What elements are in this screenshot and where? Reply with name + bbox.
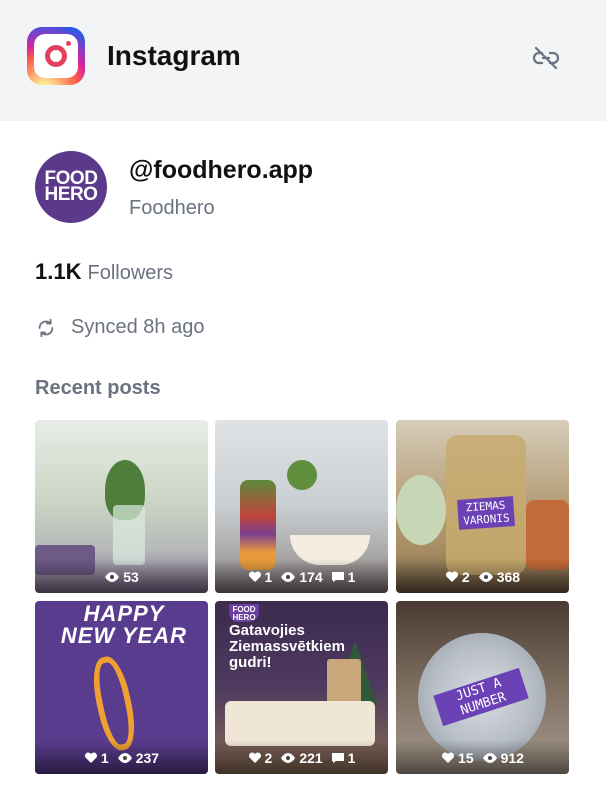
heart-icon <box>248 571 261 582</box>
post-logo: FOOD HERO <box>229 604 259 622</box>
eye-icon <box>482 753 497 763</box>
comments-stat: 1 <box>331 750 356 766</box>
views-stat: 368 <box>478 569 520 585</box>
unlink-button[interactable] <box>530 42 562 74</box>
post-overlay-title: Gatavojies Ziemassvētkiem gudri! <box>229 622 345 671</box>
likes-count: 1 <box>264 569 273 585</box>
views-stat: 53 <box>104 569 139 585</box>
post-stats: 53 <box>35 559 208 593</box>
eye-icon <box>117 753 132 763</box>
views-count: 912 <box>500 750 524 766</box>
views-stat: 912 <box>482 750 524 766</box>
jar-label: ZIEMAS VARONIS <box>457 496 515 530</box>
profile-row: FOOD HERO @foodhero.app Foodhero <box>35 151 575 223</box>
likes-count: 15 <box>458 750 474 766</box>
likes-count: 1 <box>100 750 109 766</box>
comment-icon <box>331 572 344 582</box>
likes-stat: 1 <box>248 569 273 585</box>
eye-icon <box>105 572 120 582</box>
post-thumbnail[interactable]: JUST A NUMBER 15 912 <box>396 601 569 774</box>
likes-stat: 15 <box>441 750 474 766</box>
heart-icon <box>442 752 455 763</box>
views-count: 368 <box>496 569 521 585</box>
views-stat: 174 <box>280 569 323 585</box>
posts-grid: 53 1 174 1 ZIEMAS VARONIS 2 368 HAPPY NE… <box>35 420 569 774</box>
jar-label-text: ZIEMAS VARONIS <box>462 498 511 528</box>
followers-count: 1.1K <box>35 259 82 284</box>
post-stats: 15 912 <box>396 740 569 774</box>
refresh-icon <box>38 318 54 337</box>
eye-icon <box>281 572 296 582</box>
post-thumbnail[interactable]: 53 <box>35 420 208 593</box>
likes-count: 2 <box>264 750 273 766</box>
views-count: 174 <box>299 569 323 585</box>
sync-label: Synced 8h ago <box>71 316 205 338</box>
likes-stat: 2 <box>248 750 273 766</box>
comments-count: 1 <box>347 569 356 585</box>
followers-label: Followers <box>87 262 174 284</box>
post-stats: 1 237 <box>35 740 208 774</box>
instagram-logo-icon <box>27 27 85 85</box>
comments-count: 1 <box>347 750 356 766</box>
likes-count: 2 <box>461 569 470 585</box>
profile-display-name: Foodhero <box>129 197 215 219</box>
followers: 1.1K Followers <box>35 259 173 285</box>
likes-stat: 1 <box>84 750 109 766</box>
post-stats: 1 174 1 <box>215 559 388 593</box>
views-count: 221 <box>299 750 323 766</box>
views-count: 237 <box>135 750 160 766</box>
profile-handle: @foodhero.app <box>129 156 314 184</box>
post-stats: 2 221 1 <box>215 740 388 774</box>
comments-stat: 1 <box>331 569 356 585</box>
heart-icon <box>84 752 97 763</box>
avatar: FOOD HERO <box>35 151 107 223</box>
eye-icon <box>478 572 493 582</box>
unlink-icon <box>532 46 560 70</box>
likes-stat: 2 <box>445 569 470 585</box>
views-stat: 221 <box>280 750 323 766</box>
recent-posts-title: Recent posts <box>35 377 161 399</box>
sync-status: Synced 8h ago <box>35 316 204 339</box>
views-stat: 237 <box>117 750 159 766</box>
eye-icon <box>281 753 296 763</box>
heart-icon <box>445 571 458 582</box>
post-thumbnail[interactable]: FOOD HERO Gatavojies Ziemassvētkiem gudri… <box>215 601 388 774</box>
views-count: 53 <box>123 569 139 585</box>
comment-icon <box>331 753 344 763</box>
heart-icon <box>248 752 261 763</box>
header: Instagram <box>0 0 606 121</box>
post-thumbnail[interactable]: ZIEMAS VARONIS 2 368 <box>396 420 569 593</box>
post-stats: 2 368 <box>396 559 569 593</box>
post-thumbnail[interactable]: 1 174 1 <box>215 420 388 593</box>
post-overlay-text: HAPPY NEW YEAR <box>60 601 188 648</box>
post-thumbnail[interactable]: HAPPY NEW YEAR 1 237 <box>35 601 208 774</box>
avatar-line2: HERO <box>44 184 98 205</box>
header-title: Instagram <box>107 40 241 71</box>
